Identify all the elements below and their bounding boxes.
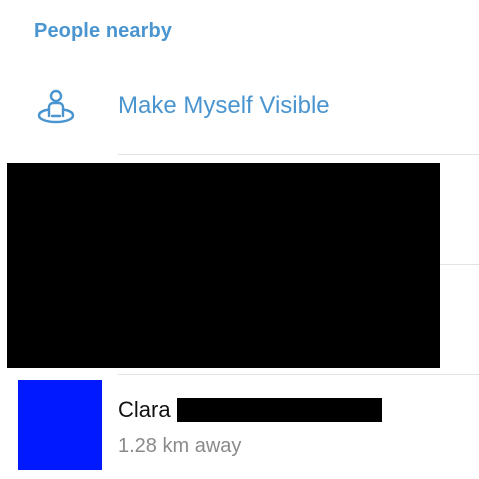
- divider: [118, 374, 479, 375]
- person-name-line: Clara: [118, 396, 382, 424]
- person-distance: 1.28 km away: [118, 435, 242, 457]
- make-myself-visible-button[interactable]: Make Myself Visible: [0, 72, 479, 144]
- make-myself-visible-label: Make Myself Visible: [118, 92, 330, 119]
- redacted-name: [176, 398, 382, 422]
- section-title: People nearby: [34, 20, 173, 42]
- people-nearby-screen: People nearby Make Myself Visible Clara …: [0, 0, 479, 479]
- person-location-icon: [36, 87, 76, 127]
- person-name: Clara: [118, 397, 171, 422]
- redacted-content: [7, 163, 440, 368]
- list-item-person[interactable]: Clara 1.28 km away: [0, 376, 479, 479]
- avatar: [18, 380, 102, 470]
- divider: [118, 154, 479, 155]
